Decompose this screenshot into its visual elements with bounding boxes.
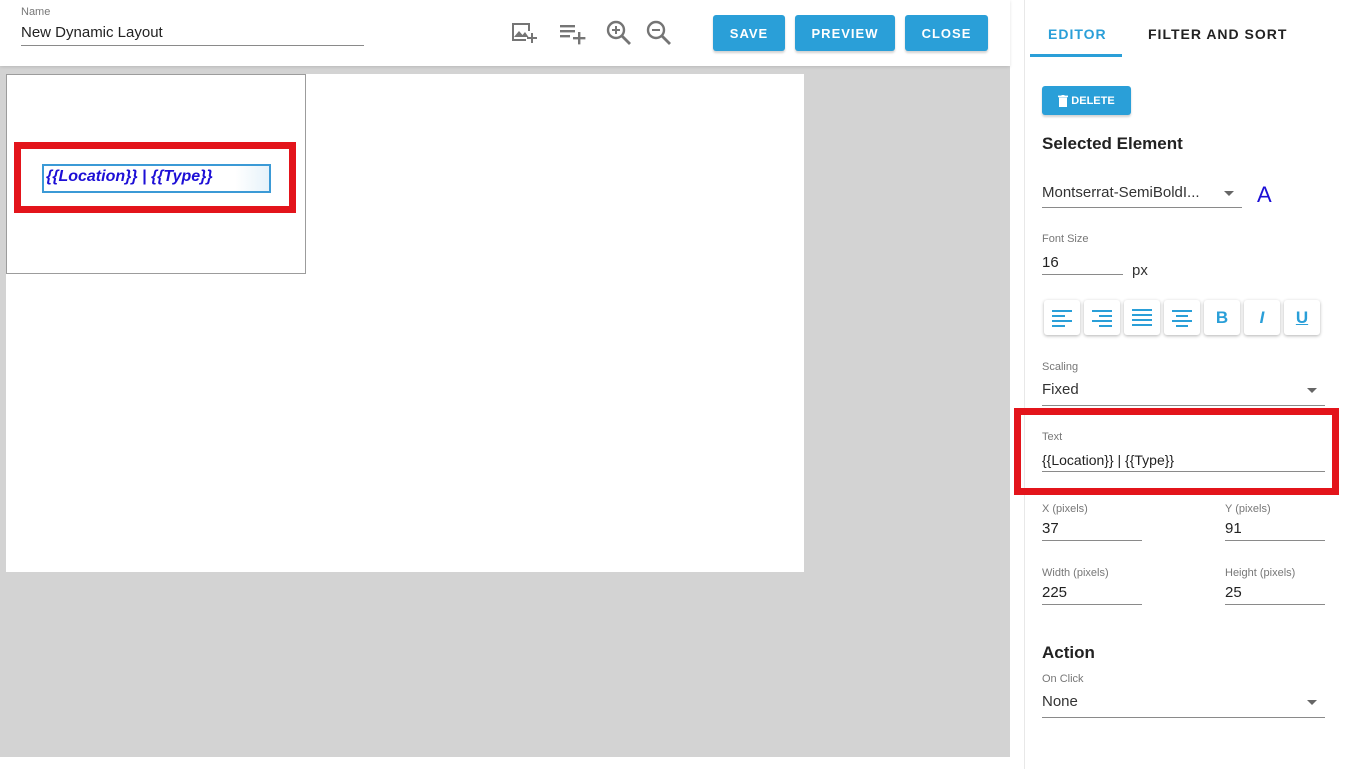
delete-label: DELETE: [1071, 94, 1115, 107]
scaling-label: Scaling: [1042, 361, 1079, 373]
font-size-unit: px: [1132, 262, 1148, 279]
selected-element-title: Selected Element: [1042, 134, 1183, 153]
chevron-down-icon: [1307, 700, 1317, 705]
height-input[interactable]: 25: [1225, 584, 1325, 605]
text-input[interactable]: {{Location}} | {{Type}}: [1042, 452, 1325, 472]
font-size-label: Font Size: [1042, 233, 1089, 245]
italic-icon[interactable]: I: [1244, 300, 1280, 335]
on-click-label: On Click: [1042, 673, 1084, 685]
x-label: X (pixels): [1042, 503, 1088, 515]
layout-name-field[interactable]: Name New Dynamic Layout: [21, 6, 364, 46]
text-element-content: {{Location}} | {{Type}}: [46, 168, 213, 185]
font-family-value: Montserrat-SemiBoldI...: [1042, 184, 1200, 201]
scaling-select[interactable]: Fixed: [1042, 381, 1325, 406]
width-label: Width (pixels): [1042, 567, 1109, 579]
add-image-icon[interactable]: [509, 18, 539, 48]
delete-button[interactable]: DELETE: [1042, 86, 1131, 115]
chevron-down-icon: [1307, 388, 1317, 393]
align-center-icon[interactable]: [1164, 300, 1200, 335]
preview-button[interactable]: PREVIEW: [795, 15, 895, 51]
text-label: Text: [1042, 431, 1063, 443]
selected-text-element[interactable]: {{Location}} | {{Type}}: [42, 164, 271, 193]
scaling-value: Fixed: [1042, 381, 1079, 398]
properties-panel: EDITOR FILTER AND SORT DELETE Selected E…: [1024, 0, 1351, 769]
tab-filter-and-sort[interactable]: FILTER AND SORT: [1148, 26, 1287, 42]
layout-name-label: Name: [21, 6, 51, 18]
on-click-select[interactable]: None: [1042, 693, 1325, 718]
zoom-out-icon[interactable]: [644, 18, 674, 48]
y-input[interactable]: 91: [1225, 520, 1325, 541]
align-left-icon[interactable]: [1044, 300, 1080, 335]
save-button[interactable]: SAVE: [713, 15, 785, 51]
on-click-value: None: [1042, 693, 1078, 710]
height-label: Height (pixels): [1225, 567, 1296, 579]
chevron-down-icon: [1224, 191, 1234, 196]
font-color-picker[interactable]: A: [1257, 182, 1272, 208]
zoom-in-icon[interactable]: [604, 18, 634, 48]
x-input[interactable]: 37: [1042, 520, 1142, 541]
font-size-input[interactable]: 16: [1042, 254, 1123, 275]
layout-canvas[interactable]: {{Location}} | {{Type}}: [6, 74, 804, 572]
trash-icon: [1058, 94, 1069, 107]
canvas-workarea: {{Location}} | {{Type}}: [0, 66, 1010, 757]
top-toolbar: Name New Dynamic Layout SAVE PREVIEW CLO…: [0, 0, 1010, 66]
active-tab-indicator: [1030, 54, 1122, 57]
align-right-icon[interactable]: [1084, 300, 1120, 335]
width-input[interactable]: 225: [1042, 584, 1142, 605]
font-family-select[interactable]: Montserrat-SemiBoldI...: [1042, 184, 1242, 208]
bold-icon[interactable]: B: [1204, 300, 1240, 335]
close-button[interactable]: CLOSE: [905, 15, 988, 51]
add-text-icon[interactable]: [557, 18, 587, 48]
action-title: Action: [1042, 643, 1095, 662]
y-label: Y (pixels): [1225, 503, 1271, 515]
align-justify-icon[interactable]: [1124, 300, 1160, 335]
layout-name-input[interactable]: New Dynamic Layout: [21, 18, 364, 46]
underline-icon[interactable]: U: [1284, 300, 1320, 335]
tab-editor[interactable]: EDITOR: [1048, 26, 1107, 42]
